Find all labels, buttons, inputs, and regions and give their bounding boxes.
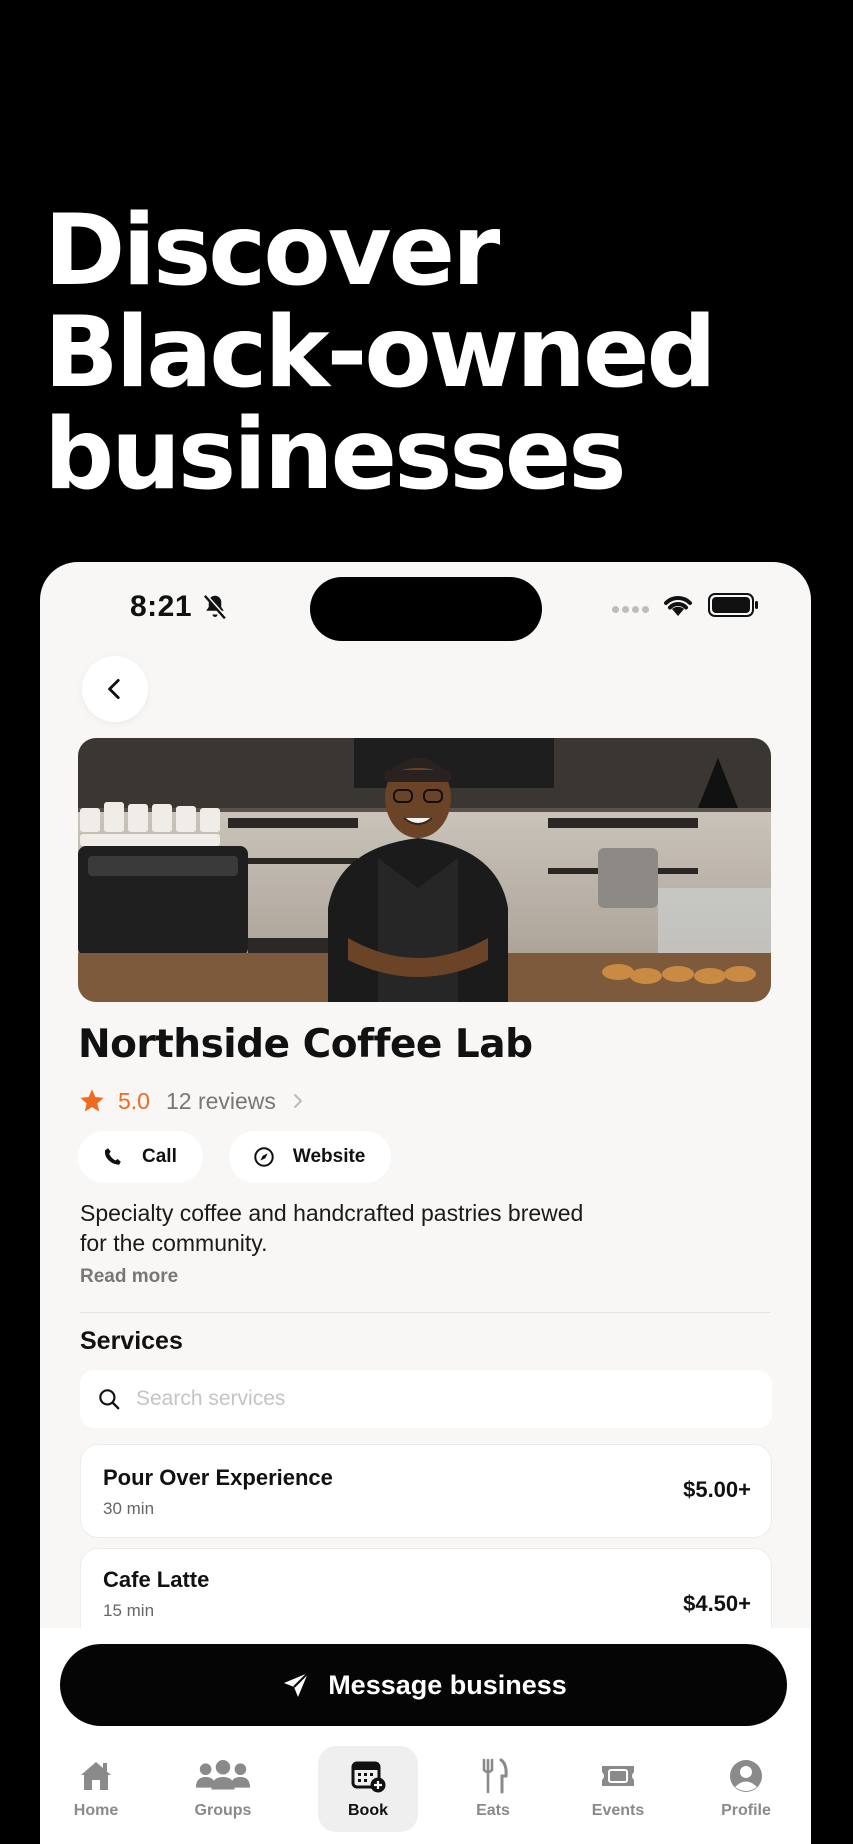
cellular-signal-icon — [612, 606, 649, 613]
tab-eats[interactable]: Eats — [443, 1746, 543, 1832]
rating-row[interactable]: 5.0 12 reviews — [78, 1084, 306, 1118]
call-label: Call — [142, 1146, 177, 1167]
business-name: Northside Coffee Lab — [78, 1022, 533, 1067]
website-label: Website — [292, 1146, 366, 1167]
ticket-icon — [602, 1766, 634, 1786]
services-search[interactable] — [80, 1370, 772, 1428]
star-icon — [80, 1089, 104, 1112]
dynamic-island — [310, 577, 542, 641]
message-business-label: Message business — [328, 1669, 567, 1700]
chevron-left-icon — [108, 678, 120, 700]
compass-icon — [254, 1147, 274, 1167]
services-title: Services — [80, 1327, 183, 1355]
business-photo — [78, 738, 771, 1002]
service-card[interactable]: Pour Over Experience 30 min $5.00+ — [80, 1444, 772, 1538]
service-duration: 15 min — [103, 1601, 155, 1620]
message-business-button[interactable]: Message business — [60, 1644, 787, 1726]
home-icon — [81, 1762, 111, 1790]
service-price: $5.00+ — [683, 1477, 751, 1502]
tab-book[interactable]: Book — [318, 1746, 418, 1832]
divider — [80, 1312, 770, 1313]
tab-book-label: Book — [348, 1802, 388, 1819]
action-buttons: Call Website — [78, 1131, 392, 1183]
service-name: Pour Over Experience — [103, 1465, 333, 1490]
tab-groups-label: Groups — [194, 1802, 252, 1819]
chevron-right-icon — [293, 1094, 302, 1108]
tab-home[interactable]: Home — [46, 1746, 146, 1832]
tab-profile[interactable]: Profile — [696, 1746, 796, 1832]
hero-line-1: Discover — [44, 194, 500, 308]
phone-screen: 8:21 Northside Coffee Lab 5.0 12 reviews… — [40, 562, 811, 1844]
call-button[interactable]: Call — [78, 1131, 203, 1183]
utensils-icon — [482, 1758, 508, 1794]
book-calendar-icon — [351, 1761, 386, 1793]
service-price: $4.50+ — [683, 1591, 751, 1616]
tab-events-label: Events — [591, 1802, 645, 1819]
back-button[interactable] — [82, 656, 148, 722]
phone-icon — [104, 1148, 121, 1165]
service-name: Cafe Latte — [103, 1567, 210, 1592]
tab-events[interactable]: Events — [568, 1746, 668, 1832]
rating-value: 5.0 — [118, 1087, 150, 1114]
wifi-icon — [664, 596, 692, 616]
read-more-link[interactable]: Read more — [80, 1266, 178, 1288]
tab-home-label: Home — [73, 1802, 119, 1819]
profile-icon — [730, 1760, 762, 1792]
tab-groups[interactable]: Groups — [173, 1746, 273, 1832]
hero-line-3: businesses — [44, 398, 627, 512]
review-count: 12 reviews — [165, 1087, 276, 1114]
search-icon — [99, 1389, 120, 1410]
search-input[interactable] — [136, 1387, 736, 1411]
bell-muted-icon — [203, 594, 227, 620]
hero-headline: Discover Black-owned businesses — [44, 200, 824, 506]
website-button[interactable]: Website — [228, 1131, 392, 1183]
hero-line-2: Black-owned — [44, 296, 717, 410]
status-time: 8:21 — [130, 590, 193, 623]
tab-profile-label: Profile — [721, 1802, 771, 1819]
business-description: Specialty coffee and handcrafted pastrie… — [80, 1200, 584, 1256]
service-duration: 30 min — [103, 1499, 155, 1518]
send-icon — [284, 1672, 309, 1697]
groups-icon — [195, 1760, 251, 1790]
tab-bar: Home Groups Book Eats Events Profile — [40, 1746, 811, 1836]
tab-eats-label: Eats — [476, 1802, 510, 1819]
battery-icon — [708, 593, 758, 617]
